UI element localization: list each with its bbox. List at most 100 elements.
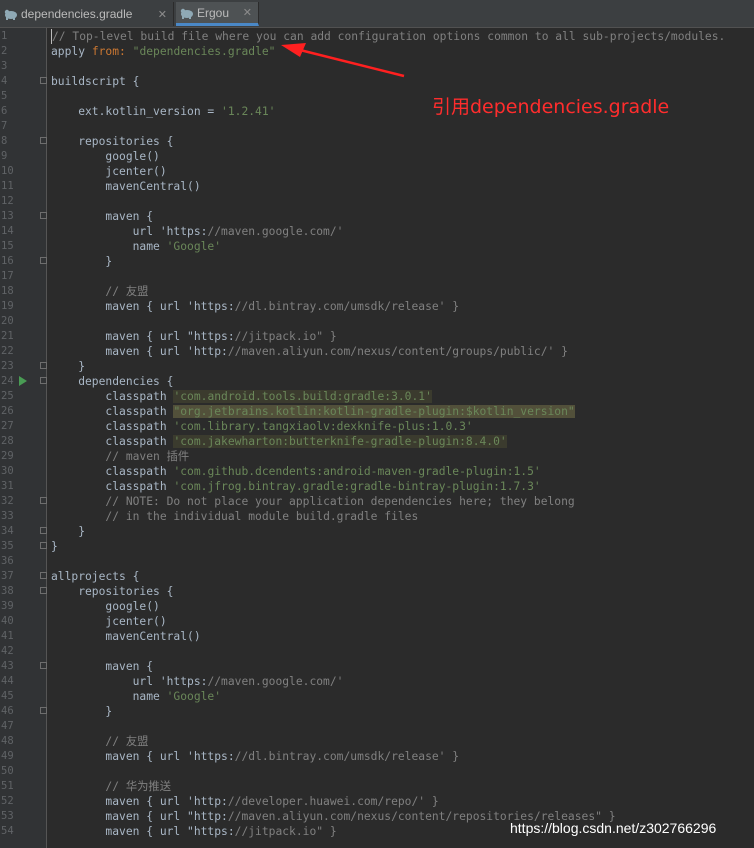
code-editor[interactable]: 1 // Top-level build file where you can a…: [0, 28, 754, 848]
line-number: 53: [1, 810, 14, 822]
code-text: classpath 'com.jfrog.bintray.gradle:grad…: [51, 480, 541, 493]
line-number: 47: [1, 720, 14, 732]
fold-marker-icon[interactable]: [40, 77, 47, 84]
line-number: 48: [1, 735, 14, 747]
code-line[interactable]: 44 url 'https://maven.google.com/': [0, 674, 754, 689]
code-line[interactable]: 15 name 'Google': [0, 239, 754, 254]
fold-marker-icon[interactable]: [40, 542, 47, 549]
fold-marker-icon[interactable]: [40, 662, 47, 669]
line-number: 11: [1, 180, 14, 192]
code-line[interactable]: 25 classpath 'com.android.tools.build:gr…: [0, 389, 754, 404]
code-line[interactable]: 52 maven { url 'http://developer.huawei.…: [0, 794, 754, 809]
code-line[interactable]: 35}: [0, 539, 754, 554]
close-tab-icon[interactable]: ✕: [158, 8, 167, 21]
line-number: 26: [1, 405, 14, 417]
code-line[interactable]: 33 // in the individual module build.gra…: [0, 509, 754, 524]
fold-marker-icon[interactable]: [40, 497, 47, 504]
line-number: 21: [1, 330, 14, 342]
code-line[interactable]: 29 // maven 插件: [0, 449, 754, 464]
code-line[interactable]: 45 name 'Google': [0, 689, 754, 704]
fold-marker-icon[interactable]: [40, 212, 47, 219]
code-text: name 'Google': [51, 690, 222, 703]
code-line[interactable]: 26 classpath "org.jetbrains.kotlin:kotli…: [0, 404, 754, 419]
code-line[interactable]: 31 classpath 'com.jfrog.bintray.gradle:g…: [0, 479, 754, 494]
code-line[interactable]: 41 mavenCentral(): [0, 629, 754, 644]
line-number: 22: [1, 345, 14, 357]
line-number: 40: [1, 615, 14, 627]
line-number: 27: [1, 420, 14, 432]
line-number: 13: [1, 210, 14, 222]
code-line[interactable]: 10 jcenter(): [0, 164, 754, 179]
code-line[interactable]: 50: [0, 764, 754, 779]
code-line[interactable]: 4 buildscript {: [0, 74, 754, 89]
run-gutter-icon[interactable]: [19, 376, 27, 386]
fold-marker-icon[interactable]: [40, 377, 47, 384]
code-text: // 友盟: [105, 285, 149, 298]
tab-label: Ergou: [197, 5, 230, 20]
code-line[interactable]: 48 // 友盟: [0, 734, 754, 749]
code-line[interactable]: 3: [0, 59, 754, 74]
line-number: 1: [1, 30, 8, 42]
code-text: buildscript {: [51, 75, 140, 88]
code-line[interactable]: 27 classpath 'com.library.tangxiaolv:dex…: [0, 419, 754, 434]
code-line[interactable]: 42: [0, 644, 754, 659]
fold-marker-icon[interactable]: [40, 707, 47, 714]
code-line[interactable]: 28 classpath 'com.jakewharton:butterknif…: [0, 434, 754, 449]
line-number: 44: [1, 675, 14, 687]
code-line[interactable]: 36: [0, 554, 754, 569]
line-number: 35: [1, 540, 14, 552]
code-line[interactable]: 43 maven {: [0, 659, 754, 674]
code-line[interactable]: 8 repositories {: [0, 134, 754, 149]
code-line[interactable]: 1 // Top-level build file where you can a…: [0, 29, 754, 44]
line-number: 8: [1, 135, 8, 147]
code-line[interactable]: 16 }: [0, 254, 754, 269]
code-text: jcenter(): [51, 615, 167, 628]
code-line[interactable]: 19 maven { url 'https://dl.bintray.com/u…: [0, 299, 754, 314]
code-text: classpath 'com.android.tools.build:gradl…: [51, 390, 432, 403]
code-text: // 华为推送: [105, 780, 172, 793]
tab-ergou[interactable]: Ergou ✕: [176, 2, 259, 26]
code-line[interactable]: 21 maven { url "https://jitpack.io" }: [0, 329, 754, 344]
code-line[interactable]: 38 repositories {: [0, 584, 754, 599]
code-line[interactable]: 39 google(): [0, 599, 754, 614]
code-line[interactable]: 14 url 'https://maven.google.com/': [0, 224, 754, 239]
code-line[interactable]: 2 apply from: "dependencies.gradle": [0, 44, 754, 59]
fold-marker-icon[interactable]: [40, 527, 47, 534]
code-line[interactable]: 37 allprojects {: [0, 569, 754, 584]
fold-marker-icon[interactable]: [40, 572, 47, 579]
fold-marker-icon[interactable]: [40, 257, 47, 264]
code-line[interactable]: 9 google(): [0, 149, 754, 164]
fold-marker-icon[interactable]: [40, 137, 47, 144]
code-text: classpath 'com.library.tangxiaolv:dexkni…: [51, 420, 473, 433]
code-line[interactable]: 23 }: [0, 359, 754, 374]
code-line[interactable]: 30 classpath 'com.github.dcendents:andro…: [0, 464, 754, 479]
code-text: }: [51, 255, 113, 268]
code-line[interactable]: 11 mavenCentral(): [0, 179, 754, 194]
fold-marker-icon[interactable]: [40, 362, 47, 369]
code-line[interactable]: 20: [0, 314, 754, 329]
code-line[interactable]: 12: [0, 194, 754, 209]
code-line[interactable]: 13 maven {: [0, 209, 754, 224]
line-number: 34: [1, 525, 14, 537]
code-line[interactable]: 22 maven { url 'http://maven.aliyun.com/…: [0, 344, 754, 359]
code-line[interactable]: 40 jcenter(): [0, 614, 754, 629]
code-line[interactable]: 18 // 友盟: [0, 284, 754, 299]
close-tab-icon[interactable]: ✕: [243, 6, 252, 19]
code-line[interactable]: 32 // NOTE: Do not place your applicatio…: [0, 494, 754, 509]
code-line[interactable]: 51 // 华为推送: [0, 779, 754, 794]
line-number: 28: [1, 435, 14, 447]
code-line[interactable]: 34 }: [0, 524, 754, 539]
line-number: 30: [1, 465, 14, 477]
code-line[interactable]: 47: [0, 719, 754, 734]
tab-dependencies-gradle[interactable]: dependencies.gradle ✕: [0, 2, 174, 26]
line-number: 19: [1, 300, 14, 312]
line-number: 46: [1, 705, 14, 717]
code-line[interactable]: 49 maven { url 'https://dl.bintray.com/u…: [0, 749, 754, 764]
code-text: // NOTE: Do not place your application d…: [105, 495, 575, 508]
code-line[interactable]: 17: [0, 269, 754, 284]
fold-marker-icon[interactable]: [40, 587, 47, 594]
code-line[interactable]: 7: [0, 119, 754, 134]
code-line[interactable]: 24 dependencies {: [0, 374, 754, 389]
code-line[interactable]: 46 }: [0, 704, 754, 719]
line-number: 15: [1, 240, 14, 252]
